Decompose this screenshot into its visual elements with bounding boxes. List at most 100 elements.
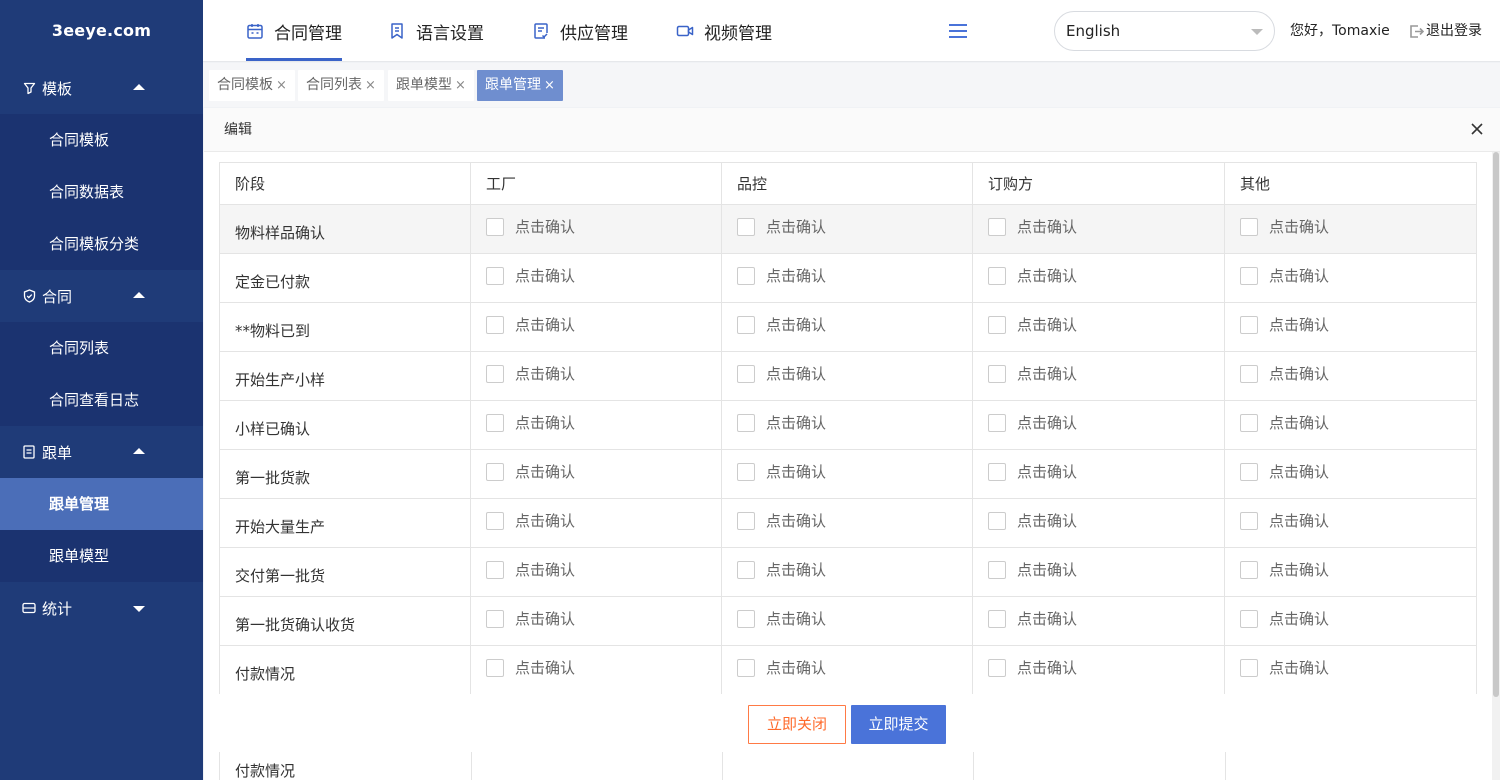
checkbox-icon[interactable]: [1240, 609, 1258, 628]
checkbox-icon[interactable]: [988, 560, 1006, 579]
confirm-checkbox-other[interactable]: 点击确认: [1240, 461, 1476, 482]
checkbox-icon[interactable]: [1240, 413, 1258, 432]
confirm-checkbox-buyer[interactable]: 点击确认: [988, 608, 1224, 629]
nav-supply-management[interactable]: 供应管理: [532, 0, 628, 62]
checkbox-icon[interactable]: [486, 462, 504, 481]
confirm-checkbox-factory[interactable]: 点击确认: [486, 461, 721, 482]
checkbox-icon[interactable]: [737, 560, 755, 579]
close-now-button[interactable]: 立即关闭: [748, 705, 846, 744]
confirm-checkbox-other[interactable]: 点击确认: [1240, 608, 1476, 629]
scrollbar[interactable]: [1492, 152, 1500, 780]
checkbox-icon[interactable]: [988, 658, 1006, 677]
confirm-checkbox-other[interactable]: 点击确认: [1240, 216, 1476, 237]
checkbox-icon[interactable]: [486, 266, 504, 285]
menu-toggle-icon[interactable]: [949, 24, 967, 38]
sidebar-item-order-model[interactable]: 跟单模型: [0, 530, 203, 582]
logout-link[interactable]: 退出登录: [1409, 0, 1482, 62]
close-icon[interactable]: ×: [365, 78, 376, 93]
nav-video-management[interactable]: 视频管理: [676, 0, 772, 62]
confirm-checkbox-qc[interactable]: 点击确认: [737, 608, 972, 629]
confirm-checkbox-other[interactable]: 点击确认: [1240, 265, 1476, 286]
nav-contract-management[interactable]: 合同管理: [246, 0, 342, 62]
confirm-checkbox-qc[interactable]: 点击确认: [737, 265, 972, 286]
checkbox-icon[interactable]: [1240, 217, 1258, 236]
checkbox-icon[interactable]: [988, 364, 1006, 383]
checkbox-icon[interactable]: [486, 315, 504, 334]
checkbox-icon[interactable]: [988, 609, 1006, 628]
sidebar-group-contracts[interactable]: 合同: [0, 270, 203, 322]
checkbox-icon[interactable]: [1240, 658, 1258, 677]
confirm-checkbox-qc[interactable]: 点击确认: [737, 412, 972, 433]
checkbox-icon[interactable]: [737, 609, 755, 628]
tab-order-management[interactable]: 跟单管理 ×: [477, 70, 563, 101]
checkbox-icon[interactable]: [737, 413, 755, 432]
confirm-checkbox-other[interactable]: 点击确认: [1240, 412, 1476, 433]
sidebar-item-contract-log[interactable]: 合同查看日志: [0, 374, 203, 426]
checkbox-icon[interactable]: [737, 315, 755, 334]
confirm-checkbox-buyer[interactable]: 点击确认: [988, 559, 1224, 580]
checkbox-icon[interactable]: [486, 217, 504, 236]
sidebar-group-statistics[interactable]: 统计: [0, 582, 203, 634]
checkbox-icon[interactable]: [1240, 315, 1258, 334]
confirm-checkbox-factory[interactable]: 点击确认: [486, 363, 721, 384]
sidebar-group-templates[interactable]: 模板: [0, 62, 203, 114]
confirm-checkbox-other[interactable]: 点击确认: [1240, 510, 1476, 531]
confirm-checkbox-qc[interactable]: 点击确认: [737, 510, 972, 531]
confirm-checkbox-buyer[interactable]: 点击确认: [988, 461, 1224, 482]
checkbox-icon[interactable]: [486, 609, 504, 628]
checkbox-icon[interactable]: [737, 658, 755, 677]
confirm-checkbox-factory[interactable]: 点击确认: [486, 265, 721, 286]
confirm-checkbox-factory[interactable]: 点击确认: [486, 657, 721, 678]
confirm-checkbox-factory[interactable]: 点击确认: [486, 559, 721, 580]
confirm-checkbox-factory[interactable]: 点击确认: [486, 608, 721, 629]
confirm-checkbox-buyer[interactable]: 点击确认: [988, 510, 1224, 531]
confirm-checkbox-buyer[interactable]: 点击确认: [988, 657, 1224, 678]
checkbox-icon[interactable]: [486, 560, 504, 579]
nav-language-settings[interactable]: 语言设置: [388, 0, 484, 62]
tab-contract-list[interactable]: 合同列表 ×: [298, 70, 384, 101]
confirm-checkbox-factory[interactable]: 点击确认: [486, 510, 721, 531]
checkbox-icon[interactable]: [1240, 364, 1258, 383]
checkbox-icon[interactable]: [1240, 511, 1258, 530]
close-icon[interactable]: ×: [276, 78, 287, 93]
confirm-checkbox-buyer[interactable]: 点击确认: [988, 412, 1224, 433]
checkbox-icon[interactable]: [486, 413, 504, 432]
confirm-checkbox-other[interactable]: 点击确认: [1240, 314, 1476, 335]
checkbox-icon[interactable]: [737, 462, 755, 481]
scrollbar-thumb[interactable]: [1493, 152, 1499, 697]
sidebar-item-contract-datasheet[interactable]: 合同数据表: [0, 166, 203, 218]
close-icon[interactable]: [1470, 122, 1484, 136]
sidebar-group-orders[interactable]: 跟单: [0, 426, 203, 478]
checkbox-icon[interactable]: [737, 266, 755, 285]
confirm-checkbox-qc[interactable]: 点击确认: [737, 314, 972, 335]
checkbox-icon[interactable]: [1240, 462, 1258, 481]
brand-logo[interactable]: 3eeye.com: [0, 0, 203, 62]
language-select[interactable]: English: [1054, 11, 1275, 51]
close-icon[interactable]: ×: [544, 78, 555, 93]
confirm-checkbox-qc[interactable]: 点击确认: [737, 216, 972, 237]
checkbox-icon[interactable]: [988, 217, 1006, 236]
sidebar-item-contract-list[interactable]: 合同列表: [0, 322, 203, 374]
tab-order-model[interactable]: 跟单模型 ×: [388, 70, 474, 101]
submit-now-button[interactable]: 立即提交: [851, 705, 946, 744]
sidebar-item-template-category[interactable]: 合同模板分类: [0, 218, 203, 270]
confirm-checkbox-buyer[interactable]: 点击确认: [988, 265, 1224, 286]
confirm-checkbox-qc[interactable]: 点击确认: [737, 559, 972, 580]
checkbox-icon[interactable]: [737, 511, 755, 530]
checkbox-icon[interactable]: [486, 658, 504, 677]
confirm-checkbox-buyer[interactable]: 点击确认: [988, 363, 1224, 384]
close-icon[interactable]: ×: [455, 78, 466, 93]
confirm-checkbox-buyer[interactable]: 点击确认: [988, 216, 1224, 237]
confirm-checkbox-other[interactable]: 点击确认: [1240, 657, 1476, 678]
sidebar-item-contract-template[interactable]: 合同模板: [0, 114, 203, 166]
checkbox-icon[interactable]: [486, 364, 504, 383]
confirm-checkbox-other[interactable]: 点击确认: [1240, 363, 1476, 384]
checkbox-icon[interactable]: [737, 217, 755, 236]
checkbox-icon[interactable]: [988, 413, 1006, 432]
confirm-checkbox-other[interactable]: 点击确认: [1240, 559, 1476, 580]
confirm-checkbox-factory[interactable]: 点击确认: [486, 412, 721, 433]
confirm-checkbox-buyer[interactable]: 点击确认: [988, 314, 1224, 335]
confirm-checkbox-qc[interactable]: 点击确认: [737, 461, 972, 482]
checkbox-icon[interactable]: [988, 266, 1006, 285]
checkbox-icon[interactable]: [486, 511, 504, 530]
